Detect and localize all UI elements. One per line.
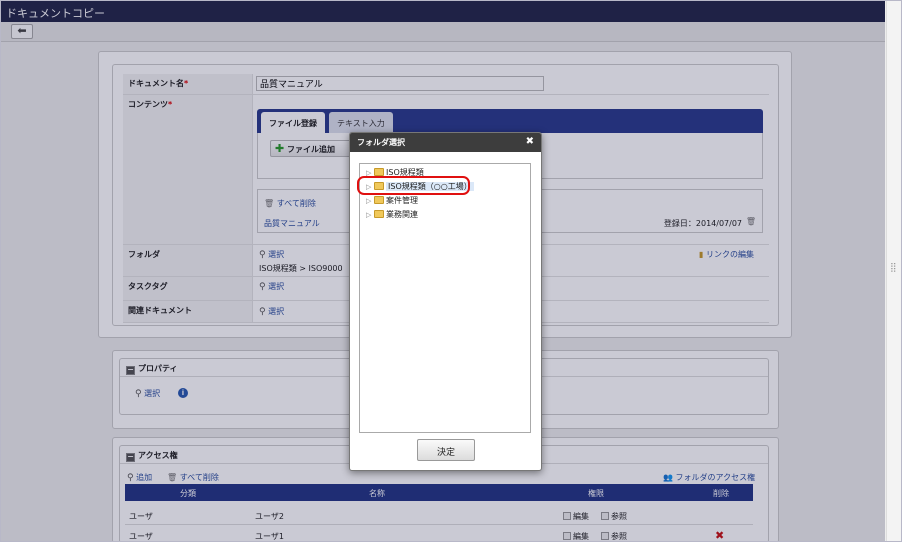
folder-tree: ▷ ISO規程類 ▷ ISO規程類（○○工場） ▷ 案件管理 ▷ 業務関連 <box>359 163 531 433</box>
folder-icon <box>374 196 384 204</box>
close-icon[interactable]: ✖ <box>526 136 534 147</box>
tree-node-projects[interactable]: ▷ 案件管理 <box>366 195 418 207</box>
tree-node-business[interactable]: ▷ 業務関連 <box>366 209 418 221</box>
folder-icon <box>374 210 384 218</box>
scroll-grip-icon: ⣿ <box>890 263 897 273</box>
ok-button[interactable]: 決定 <box>417 439 475 461</box>
expand-arrow-icon: ▷ <box>366 211 372 219</box>
selection-highlight <box>357 176 470 195</box>
folder-icon <box>374 168 384 176</box>
expand-arrow-icon: ▷ <box>366 197 372 205</box>
window-scrollbar[interactable]: ⣿ <box>886 1 901 541</box>
app-window: ドキュメントコピー ⬅ ⣿ ドキュメント名* コンテンツ* ファイル登録 テキス… <box>0 0 902 542</box>
dialog-title: フォルダ選択 <box>357 138 405 147</box>
dialog-title-bar: フォルダ選択 ✖ <box>350 133 541 152</box>
